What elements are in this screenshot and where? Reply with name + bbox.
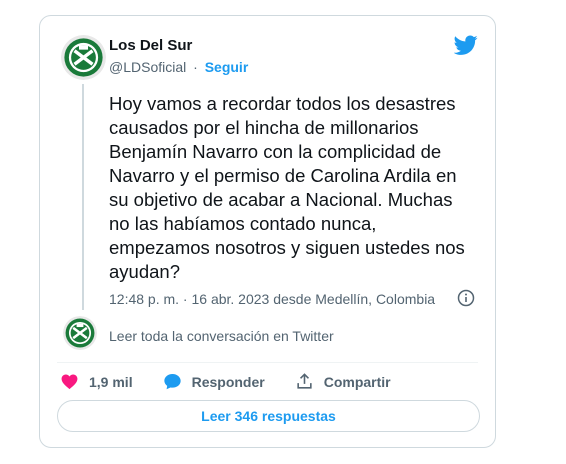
share-icon <box>297 373 312 389</box>
divider <box>57 362 478 363</box>
author-avatar-small[interactable] <box>63 316 97 350</box>
read-conversation-link[interactable]: Leer toda la conversación en Twitter <box>109 328 334 344</box>
author-info: Los Del Sur @LDSoficial · Seguir <box>109 37 248 76</box>
share-label: Compartir <box>323 373 391 390</box>
like-count: 1,9 mil <box>89 373 133 390</box>
tweet-card: Los Del Sur @LDSoficial · Seguir Hoy vam… <box>39 15 496 448</box>
follow-button[interactable]: Seguir <box>205 59 249 75</box>
separator-dot: · <box>193 59 198 75</box>
share-button[interactable]: Compartir <box>295 372 391 391</box>
reply-bubble-icon <box>163 373 181 390</box>
tweet-timestamp[interactable]: 12:48 p. m. · 16 abr. 2023 desde Medellí… <box>109 291 435 307</box>
twitter-bird-icon[interactable] <box>453 33 478 57</box>
tweet-text: Hoy vamos a recordar todos los desastres… <box>109 93 465 282</box>
action-bar: 1,9 mil Responder Compartir <box>60 372 421 391</box>
like-button[interactable]: 1,9 mil <box>60 372 133 391</box>
author-handle[interactable]: @LDSoficial <box>109 59 186 75</box>
reply-button[interactable]: Responder <box>163 372 265 391</box>
author-avatar[interactable] <box>61 35 106 80</box>
thread-line <box>82 84 84 310</box>
author-name[interactable]: Los Del Sur <box>109 37 248 55</box>
author-handle-row: @LDSoficial · Seguir <box>109 58 248 76</box>
heart-icon <box>61 374 78 390</box>
info-icon[interactable] <box>457 289 475 307</box>
reply-label: Responder <box>191 373 265 390</box>
read-replies-button[interactable]: Leer 346 respuestas <box>57 400 480 432</box>
